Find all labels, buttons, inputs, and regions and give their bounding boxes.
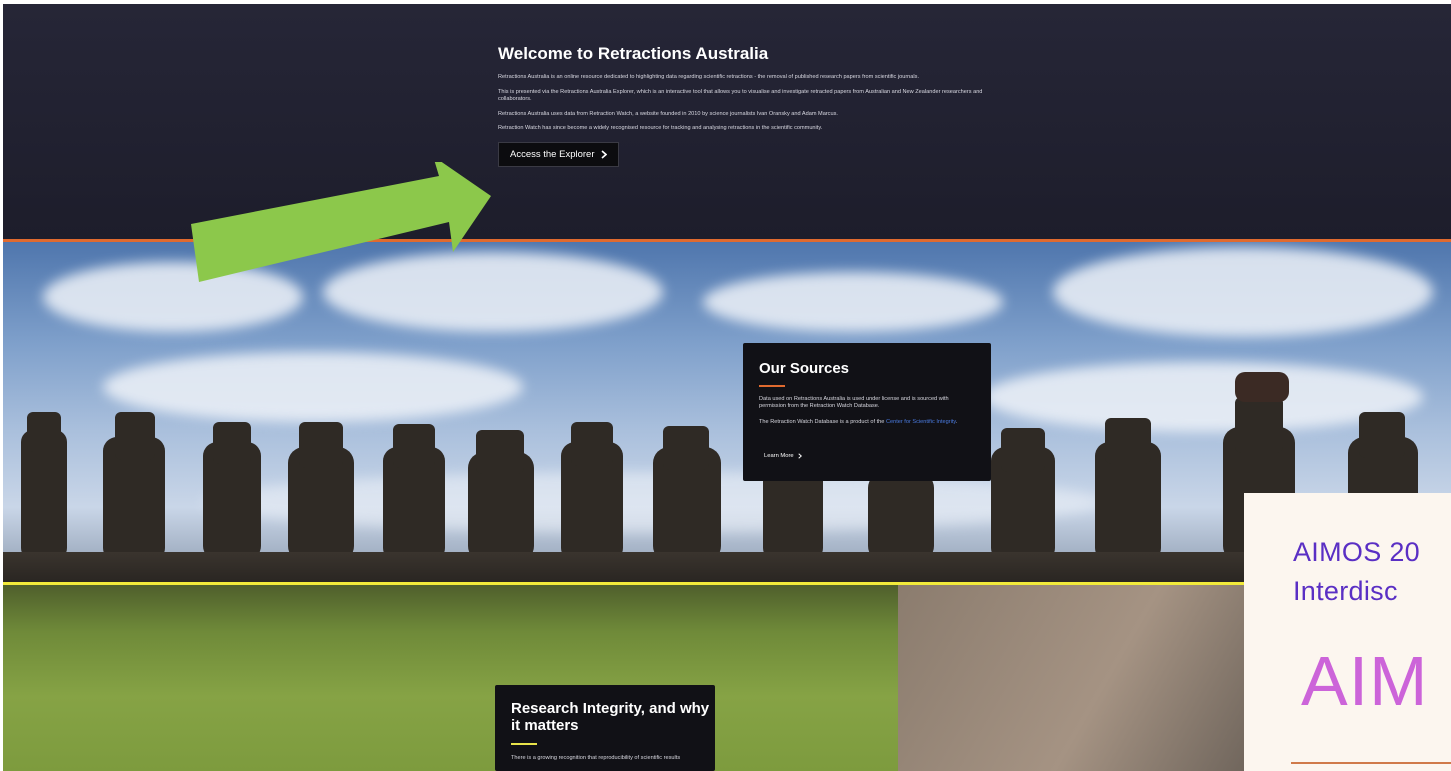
our-sources-card: Our Sources Data used on Retractions Aus…	[743, 343, 991, 481]
center-for-scientific-integrity-link[interactable]: Center for Scientific Integrity	[886, 419, 956, 425]
moai-background-image	[3, 242, 1451, 582]
hero-title: Welcome to Retractions Australia	[498, 44, 769, 63]
access-explorer-label: Access the Explorer	[510, 148, 595, 160]
chevron-right-icon	[601, 149, 608, 159]
aimos-promo-overlay[interactable]: AIMOS 20 Interdisc AIM	[1244, 493, 1451, 771]
hero-paragraph-3: Retractions Australia uses data from Ret…	[498, 110, 838, 117]
aimos-heading-line-1: AIMOS 20	[1293, 537, 1420, 567]
page-frame: Welcome to Retractions Australia Retract…	[3, 4, 1451, 771]
access-explorer-button[interactable]: Access the Explorer	[498, 141, 620, 167]
hero-content: Welcome to Retractions Australia Retract…	[498, 44, 998, 167]
arrow-icon	[191, 162, 491, 282]
grass-background-image	[3, 585, 1451, 771]
our-sources-title: Our Sources	[759, 360, 850, 377]
title-accent-bar	[759, 385, 785, 387]
research-integrity-card: Research Integrity, and why it matters T…	[495, 685, 715, 771]
aimos-divider	[1291, 762, 1451, 764]
sources-p2-suffix: .	[955, 419, 958, 425]
learn-more-button[interactable]: Learn More	[764, 453, 802, 459]
hero-paragraph-4: Retraction Watch has since become a wide…	[498, 125, 823, 131]
aimos-logo-text: AIM	[1301, 642, 1429, 720]
chevron-right-icon	[798, 453, 802, 459]
learn-more-label: Learn More	[764, 453, 794, 459]
moai-statues	[21, 372, 1418, 562]
title-accent-bar	[511, 743, 537, 745]
moai-platform	[3, 552, 1451, 582]
research-integrity-paragraph: There is a growing recognition that repr…	[511, 755, 681, 761]
research-integrity-title: Research Integrity, and why it matters	[511, 700, 710, 734]
sources-paragraph-1: Data used on Retractions Australia is us…	[759, 396, 949, 410]
hero-paragraph-1: Retractions Australia is an online resou…	[498, 74, 919, 80]
sources-p2-prefix: The Retraction Watch Database is a produ…	[759, 419, 886, 425]
aimos-heading-line-2: Interdisc	[1293, 576, 1398, 606]
hero-paragraph-2: This is presented via the Retractions Au…	[498, 88, 983, 103]
sources-paragraph-2: The Retraction Watch Database is a produ…	[759, 419, 971, 426]
